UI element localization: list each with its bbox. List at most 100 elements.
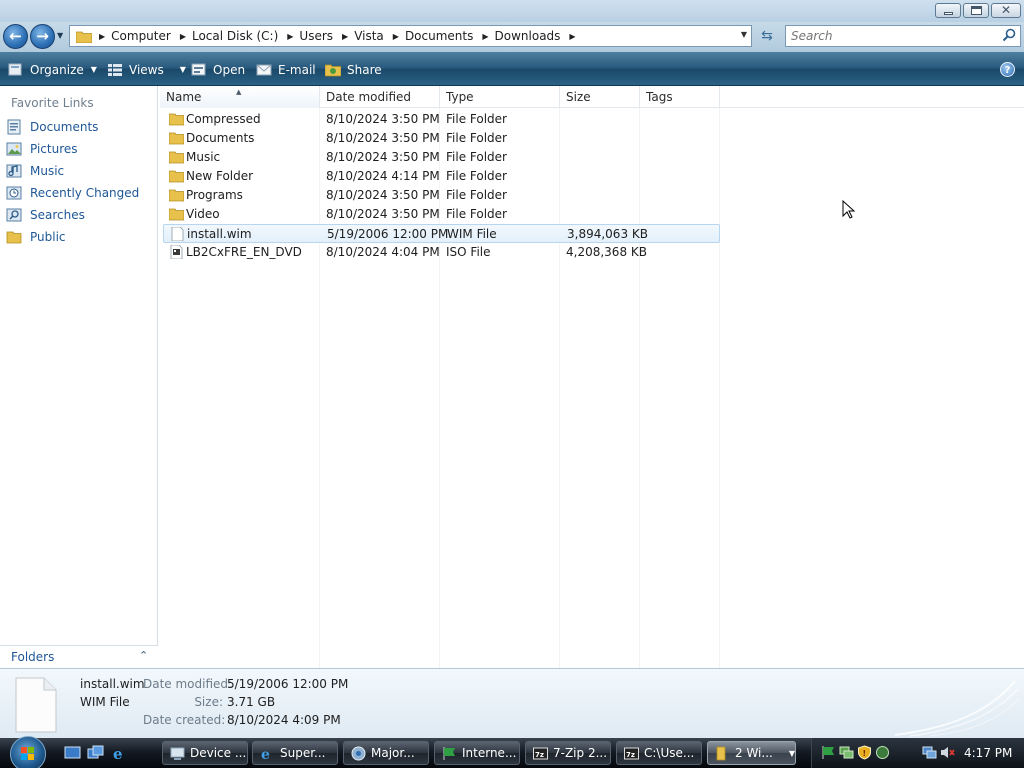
taskbar-button-internet[interactable]: Interne... — [434, 741, 520, 765]
share-icon — [325, 64, 341, 76]
forward-button[interactable]: → — [30, 24, 55, 49]
organize-button[interactable]: Organize ▼ — [8, 60, 97, 79]
sort-arrow-icon: ▲ — [236, 88, 242, 96]
ie-icon: e — [261, 747, 270, 761]
close-icon: ✕ — [1001, 3, 1012, 17]
breadcrumb-users[interactable]: Users — [293, 29, 339, 43]
sidebar-item-recently-changed[interactable]: Recently Changed — [6, 184, 139, 202]
flag-icon — [443, 746, 455, 760]
column-header-tags[interactable]: Tags — [640, 86, 720, 108]
file-date-modified: 8/10/2024 3:50 PM — [326, 131, 440, 145]
sidebar-item-searches[interactable]: Searches — [6, 206, 85, 224]
folder-icon — [169, 189, 184, 202]
svg-text:!: ! — [863, 749, 867, 758]
flag-icon[interactable] — [821, 745, 836, 760]
back-button[interactable]: ← — [3, 24, 28, 49]
command-bar: Organize ▼ Views ▼ Open E-mail Share — [0, 52, 1024, 86]
show-desktop-icon[interactable] — [64, 745, 81, 761]
taskbar-button-label: Device ... — [190, 746, 247, 760]
open-label: Open — [213, 62, 246, 77]
file-row-music[interactable]: Music 8/10/2024 3:50 PM File Folder — [163, 148, 720, 167]
breadcrumb-separator[interactable]: ▶ — [284, 32, 293, 41]
sidebar-item-documents[interactable]: Documents — [6, 118, 98, 136]
forward-arrow-icon: → — [36, 27, 49, 45]
help-button[interactable]: ? — [1000, 62, 1015, 77]
column-header-type[interactable]: Type — [440, 86, 560, 108]
network-icon[interactable] — [839, 745, 854, 760]
taskbar-button-super[interactable]: e Super... — [252, 741, 338, 765]
file-date-modified: 5/19/2006 12:00 PM — [327, 227, 449, 241]
email-button[interactable]: E-mail — [256, 60, 316, 79]
file-row-documents[interactable]: Documents 8/10/2024 3:50 PM File Folder — [163, 129, 720, 148]
details-created-label: Date created: — [143, 713, 226, 727]
breadcrumb-downloads[interactable]: Downloads — [489, 29, 567, 43]
breadcrumb-separator[interactable]: ▶ — [390, 32, 399, 41]
file-row-compressed[interactable]: Compressed 8/10/2024 3:50 PM File Folder — [163, 110, 720, 129]
status-icon[interactable] — [875, 745, 890, 760]
open-button[interactable]: Open — [191, 60, 245, 79]
7zip-icon: 7z — [624, 747, 639, 759]
file-row-new-folder[interactable]: New Folder 8/10/2024 4:14 PM File Folder — [163, 167, 720, 186]
file-type: WIM File — [447, 227, 497, 241]
details-created-value: 8/10/2024 4:09 PM — [227, 713, 341, 727]
taskbar-button-label: Major... — [371, 746, 415, 760]
breadcrumb-documents[interactable]: Documents — [399, 29, 479, 43]
iso-icon — [170, 245, 183, 259]
folders-toggle[interactable]: Folders ⌃ — [0, 645, 158, 668]
taskbar-button-7zip[interactable]: 7z 7-Zip 2... — [525, 741, 611, 765]
column-header-name[interactable]: Name ▲ — [160, 86, 320, 108]
file-row-lb2cxfre-en-dvd[interactable]: LB2CxFRE_EN_DVD 8/10/2024 4:04 PM ISO Fi… — [163, 243, 720, 262]
taskbar-button-device-manager[interactable]: Device ... — [162, 741, 248, 765]
taskbar-button-major[interactable]: Major... — [343, 741, 429, 765]
file-type: File Folder — [446, 188, 507, 202]
column-header-date-modified[interactable]: Date modified — [320, 86, 440, 108]
file-type: File Folder — [446, 131, 507, 145]
share-button[interactable]: Share — [325, 60, 382, 79]
file-row-video[interactable]: Video 8/10/2024 3:50 PM File Folder — [163, 205, 720, 224]
sidebar-item-music[interactable]: Music — [6, 162, 64, 180]
recent-pages-dropdown[interactable]: ▼ — [57, 31, 63, 40]
switch-windows-icon[interactable] — [87, 745, 104, 761]
address-bar[interactable]: ▶ Computer ▶ Local Disk (C:) ▶ Users ▶ V… — [69, 25, 752, 47]
taskbar-button-explorer-group[interactable]: 2 Wi... ▼ — [707, 741, 796, 765]
search-box[interactable] — [785, 25, 1021, 47]
breadcrumb-separator[interactable]: ▶ — [566, 32, 575, 41]
sidebar-item-pictures[interactable]: Pictures — [6, 140, 78, 158]
breadcrumb-computer[interactable]: Computer — [105, 29, 177, 43]
views-button[interactable]: Views ▼ — [107, 60, 186, 79]
folder-icon — [169, 132, 184, 145]
file-type: File Folder — [446, 169, 507, 183]
maximize-button[interactable] — [963, 3, 989, 18]
network-connection-icon[interactable] — [922, 745, 937, 760]
file-name: Video — [186, 207, 220, 221]
taskbar-button-cmd-path[interactable]: 7z C:\Use... — [616, 741, 702, 765]
security-shield-icon[interactable]: ! — [857, 745, 872, 760]
file-date-modified: 8/10/2024 3:50 PM — [326, 112, 440, 126]
refresh-button[interactable]: ⇆ — [755, 25, 779, 47]
breadcrumb-vista[interactable]: Vista — [348, 29, 390, 43]
file-name: LB2CxFRE_EN_DVD — [186, 245, 302, 259]
file-row-install-wim[interactable]: install.wim 5/19/2006 12:00 PM WIM File … — [163, 224, 720, 243]
breadcrumb-local-disk[interactable]: Local Disk (C:) — [186, 29, 284, 43]
close-button[interactable]: ✕ — [991, 3, 1021, 18]
help-icon: ? — [1004, 65, 1011, 76]
search-input[interactable] — [786, 26, 996, 46]
folder-icon — [6, 231, 22, 244]
minimize-button[interactable] — [935, 3, 961, 18]
search-icon[interactable] — [1002, 28, 1016, 42]
start-button[interactable] — [10, 736, 46, 768]
ie-icon[interactable]: e — [111, 745, 128, 761]
sidebar-item-public[interactable]: Public — [6, 228, 66, 246]
column-header-size[interactable]: Size — [560, 86, 640, 108]
breadcrumb-separator[interactable]: ▶ — [479, 32, 488, 41]
file-row-programs[interactable]: Programs 8/10/2024 3:50 PM File Folder — [163, 186, 720, 205]
breadcrumb-separator[interactable]: ▶ — [177, 32, 186, 41]
breadcrumb-separator[interactable]: ▶ — [339, 32, 348, 41]
volume-muted-icon[interactable] — [940, 745, 955, 760]
breadcrumb-separator[interactable]: ▶ — [96, 32, 105, 41]
sidebar-item-label: Pictures — [30, 142, 78, 156]
clock[interactable]: 4:17 PM — [964, 746, 1012, 760]
address-dropdown-arrow[interactable]: ▼ — [741, 30, 747, 39]
file-name: Programs — [186, 188, 243, 202]
file-type: ISO File — [446, 245, 491, 259]
